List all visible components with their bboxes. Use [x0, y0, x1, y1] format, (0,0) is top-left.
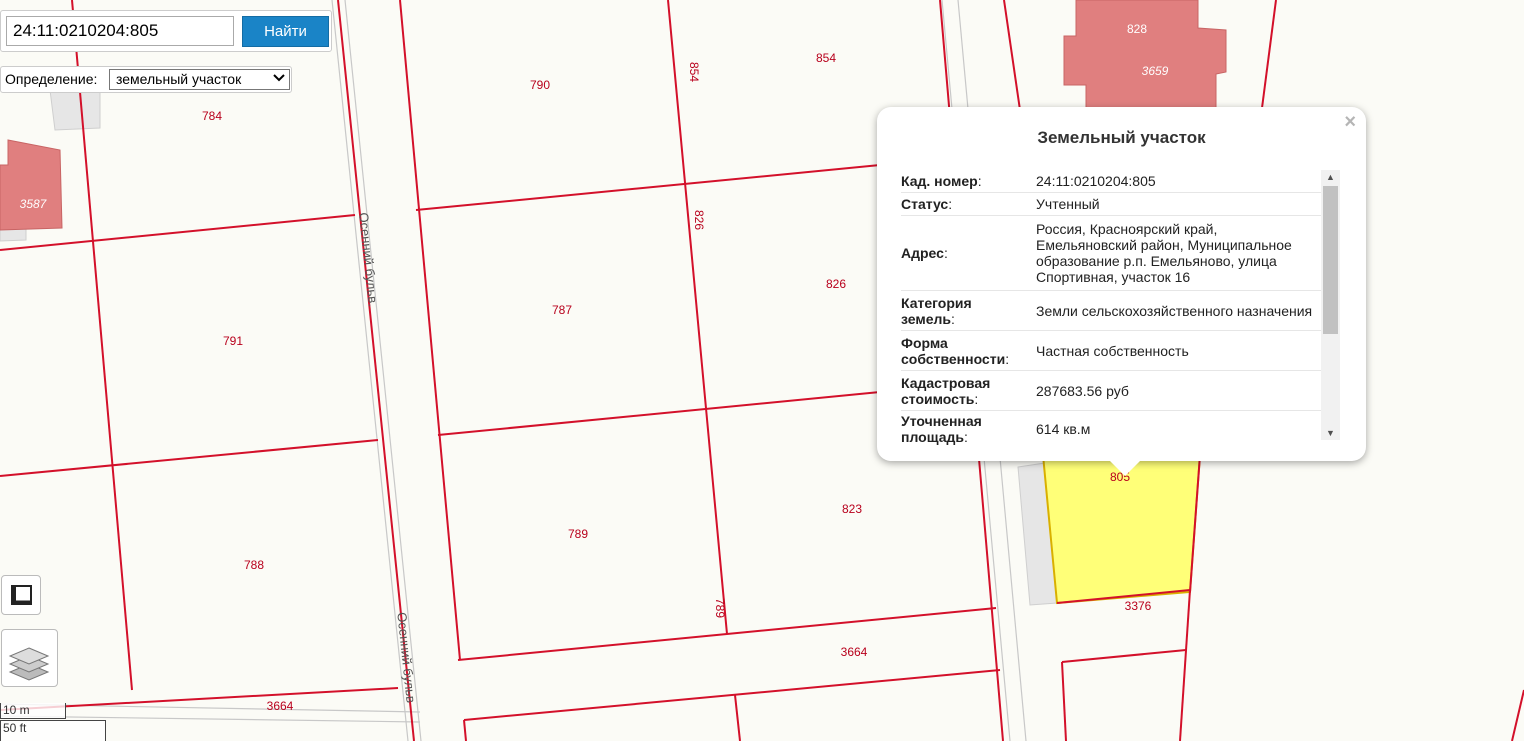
table-row: Категория земель: Земли сельскохозяйстве…	[901, 291, 1321, 331]
scale-imperial: 50 ft	[0, 720, 106, 741]
street-names: Осенний бульв. Осенний бульв	[356, 212, 419, 704]
popup-title: Земельный участок	[1037, 128, 1206, 147]
chevron-down-icon	[273, 71, 285, 90]
parcel-info-table: Кад. номер: 24:11:0210204:805 Статус: Уч…	[901, 170, 1321, 447]
parcel-label: 3376	[1125, 599, 1152, 613]
cadastral-search-input[interactable]	[6, 16, 234, 46]
search-button[interactable]: Найти	[242, 16, 329, 47]
street-name: Осенний бульв	[394, 612, 418, 704]
table-row: Адрес: Россия, Красноярский край, Емелья…	[901, 216, 1321, 291]
parcel-label: 784	[202, 109, 222, 123]
definition-selected-value: земельный участок	[116, 71, 242, 87]
parcel-label: 823	[842, 502, 862, 516]
road-lines	[0, 0, 1027, 741]
row-value: Земли сельскохозяйственного назначения	[1036, 302, 1313, 319]
ruler-icon	[2, 585, 40, 618]
parcel-label: 789	[713, 598, 727, 618]
table-row: Кадастровая стоимость: 287683.56 руб	[901, 371, 1321, 411]
parcel-label: 3587	[20, 197, 48, 211]
definition-label: Определение:	[5, 71, 98, 87]
popup-scrollbar[interactable]: ▲ ▼	[1321, 170, 1340, 440]
row-value: 24:11:0210204:805	[1036, 173, 1156, 189]
layers-button[interactable]	[1, 629, 58, 687]
row-key: Статус	[901, 196, 949, 212]
popup-pointer	[1108, 459, 1142, 476]
table-row: Уточненная площадь: 614 кв.м	[901, 411, 1321, 447]
search-box: Найти	[0, 10, 332, 52]
parcel-label: 3659	[1142, 64, 1169, 78]
row-value: Частная собственность	[1036, 342, 1189, 359]
parcel-label: 854	[687, 62, 701, 82]
definition-selector: Определение: земельный участок	[0, 66, 292, 93]
parcel-label: 787	[552, 303, 572, 317]
parcel-label: 790	[530, 78, 550, 92]
row-value: Учтенный	[1036, 196, 1100, 212]
table-row: Статус: Учтенный	[901, 193, 1321, 216]
scroll-down-icon[interactable]: ▼	[1321, 428, 1340, 438]
row-key: Адрес	[901, 245, 944, 261]
row-key: Категория земель	[901, 294, 972, 327]
parcel-label: 789	[568, 527, 588, 541]
table-row: Форма собственности: Частная собственнос…	[901, 331, 1321, 371]
street-name: Осенний бульв.	[356, 212, 381, 308]
parcel-label: 854	[816, 51, 836, 65]
scroll-thumb[interactable]	[1323, 186, 1338, 334]
layers-icon	[2, 647, 57, 690]
table-row: Кад. номер: 24:11:0210204:805	[901, 170, 1321, 193]
parcel-label: 828	[1127, 22, 1147, 36]
parcel-label: 826	[826, 277, 846, 291]
parcel-info-popup: × Земельный участок Кад. номер: 24:11:02…	[877, 107, 1366, 461]
parcel-label: 826	[692, 210, 706, 230]
parcel-label: 788	[244, 558, 264, 572]
row-key: Форма собственности	[901, 334, 1006, 367]
parcel-label: 791	[223, 334, 243, 348]
row-value: 287683.56 руб	[1036, 382, 1129, 399]
row-key: Уточненная площадь	[901, 413, 982, 445]
parcel-label: 3664	[267, 699, 294, 713]
scroll-up-icon[interactable]: ▲	[1321, 172, 1340, 182]
measure-button[interactable]	[1, 575, 41, 615]
row-key: Кад. номер	[901, 173, 978, 189]
row-value: Россия, Красноярский край, Емельяновский…	[1036, 221, 1292, 285]
scale-metric: 10 m	[0, 703, 66, 719]
parcel-label: 3664	[841, 645, 868, 659]
row-value: 614 кв.м	[1036, 421, 1091, 437]
definition-select[interactable]: земельный участок	[109, 69, 290, 90]
